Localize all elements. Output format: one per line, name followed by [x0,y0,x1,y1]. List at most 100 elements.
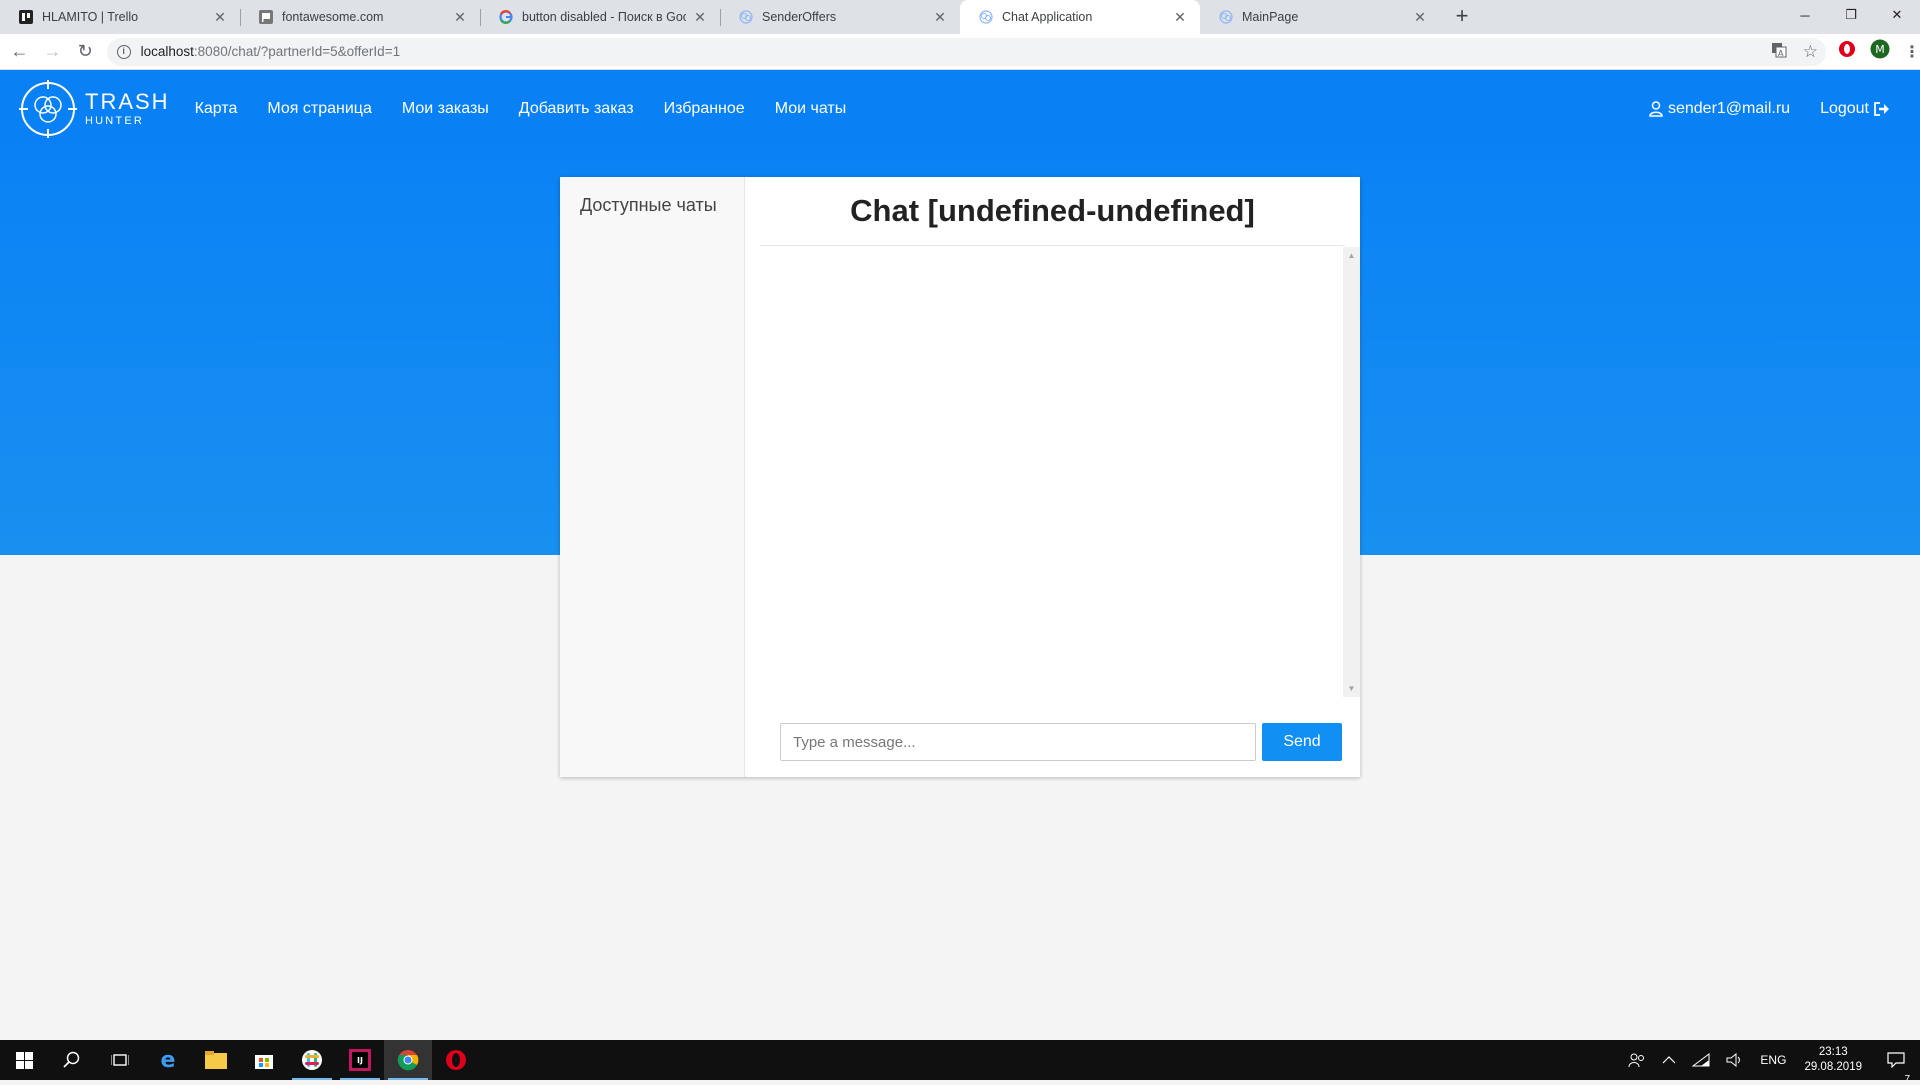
trello-icon [18,9,34,25]
profile-avatar[interactable]: M [1870,39,1890,64]
trash-hunter-logo-icon [19,79,77,138]
opera-icon[interactable] [432,1040,480,1080]
people-icon[interactable] [1620,1052,1654,1068]
chat-window: Доступные чаты Chat [undefined-undefined… [560,177,1360,777]
clock-time: 23:13 [1818,1046,1848,1058]
chat-title: Chat [undefined-undefined] [850,193,1255,228]
svg-text:A: A [1778,49,1784,58]
nav-favorites[interactable]: Избранное [664,100,745,118]
file-explorer-icon[interactable] [192,1040,240,1080]
store-icon[interactable] [240,1040,288,1080]
google-icon [498,9,514,25]
site-icon [1218,9,1234,25]
site-header: TRASH HUNTER Карта Моя страница Мои зака… [0,70,1920,147]
translate-icon[interactable]: A [1771,42,1787,61]
url-host: localhost [140,44,194,59]
browser-tab[interactable]: fontawesome.com ✕ [240,0,480,34]
minimize-icon[interactable]: ─ [1782,0,1828,30]
user-nav: sender1@mail.ru Logout [1649,70,1890,147]
window-controls: ─ ❐ ✕ [1782,0,1920,30]
notification-icon [1887,1052,1905,1068]
logo-line-1: TRASH [85,88,170,114]
reload-icon[interactable]: ↻ [72,38,99,66]
browser-tab[interactable]: HLAMITO | Trello ✕ [0,0,240,34]
scroll-up-arrow-icon[interactable]: ▲ [1343,247,1360,264]
tab-title: fontawesome.com [282,10,384,24]
chrome-icon[interactable] [384,1040,432,1080]
profile-initial: M [1875,43,1885,56]
restore-icon[interactable]: ❐ [1828,0,1874,30]
url-path: :8080/chat/?partnerId=5&offerId=1 [193,44,401,59]
tab-close-icon[interactable]: ✕ [1172,9,1188,25]
nav-add-order[interactable]: Добавить заказ [519,100,634,118]
main-nav: Карта Моя страница Мои заказы Добавить з… [195,100,877,118]
wifi-icon[interactable] [1684,1053,1718,1067]
browser-tab[interactable]: MainPage ✕ [1200,0,1440,34]
opera-extension-icon[interactable] [1838,40,1856,63]
volume-icon[interactable] [1718,1053,1752,1067]
browser-tab-active[interactable]: Chat Application ✕ [960,0,1200,34]
message-input[interactable] [780,723,1256,761]
chat-sidebar: Доступные чаты [560,177,745,777]
site-icon [978,9,994,25]
address-bar[interactable]: i localhost:8080/chat/?partnerId=5&offer… [106,37,1826,66]
forward-arrow-icon[interactable]: → [39,38,66,66]
clock-date: 29.08.2019 [1804,1061,1862,1073]
browser-tab[interactable]: button disabled - Поиск в Googl ✕ [480,0,720,34]
browser-toolbar: ← → ↻ i localhost:8080/chat/?partnerId=5… [0,34,1920,70]
chat-main: Chat [undefined-undefined] ▲ ▼ Send [745,177,1360,777]
tab-title: Chat Application [1002,10,1093,24]
user-icon [1649,100,1663,117]
search-icon[interactable] [48,1040,96,1080]
chat-header: Chat [undefined-undefined] [760,177,1345,246]
tab-title: HLAMITO | Trello [42,10,139,24]
task-view-icon[interactable] [96,1040,144,1080]
clock[interactable]: 23:13 29.08.2019 [1794,1045,1872,1075]
tab-close-icon[interactable]: ✕ [212,9,228,25]
scroll-down-arrow-icon[interactable]: ▼ [1343,680,1360,697]
logout-link[interactable]: Logout [1820,100,1890,118]
tab-title: button disabled - Поиск в Googl [522,10,686,24]
user-email: sender1@mail.ru [1667,99,1791,117]
send-button[interactable]: Send [1262,723,1342,761]
nav-my-page[interactable]: Моя страница [267,100,371,118]
svg-text:IJ: IJ [357,1056,363,1065]
windows-taskbar: e IJ ENG 23:13 29.08.2019 7 [0,1040,1920,1085]
slack-icon[interactable] [288,1040,336,1080]
start-button[interactable] [0,1040,48,1080]
message-composer: Send [780,723,1342,761]
user-profile-link[interactable]: sender1@mail.ru [1649,100,1790,118]
tab-title: MainPage [1242,10,1299,24]
tab-close-icon[interactable]: ✕ [1412,9,1428,25]
language-indicator[interactable]: ENG [1752,1053,1794,1067]
intellij-icon[interactable]: IJ [336,1040,384,1080]
info-icon[interactable]: i [116,44,131,59]
logo[interactable]: TRASH HUNTER [19,79,170,138]
tab-close-icon[interactable]: ✕ [932,9,948,25]
system-tray: ENG 23:13 29.08.2019 7 [1620,1040,1920,1085]
notifications-button[interactable]: 7 [1872,1052,1920,1085]
logout-label: Logout [1820,99,1869,117]
message-scrollbar[interactable]: ▲ ▼ [1343,247,1360,697]
edge-icon[interactable]: e [144,1040,192,1080]
nav-my-orders[interactable]: Мои заказы [402,100,489,118]
tab-close-icon[interactable]: ✕ [692,9,708,25]
browser-tab-strip: HLAMITO | Trello ✕ fontawesome.com ✕ but… [0,0,1920,34]
sign-out-icon [1874,101,1889,116]
nav-map[interactable]: Карта [195,100,238,118]
star-icon[interactable]: ☆ [1803,42,1818,62]
logo-line-2: HUNTER [85,114,145,127]
site-icon [738,9,754,25]
back-arrow-icon[interactable]: ← [6,38,33,66]
tab-title: SenderOffers [762,10,837,24]
chevron-up-icon[interactable] [1654,1055,1684,1065]
nav-my-chats[interactable]: Мои чаты [775,100,847,118]
available-chats-title: Доступные чаты [580,195,717,215]
browser-tab[interactable]: SenderOffers ✕ [720,0,960,34]
close-window-icon[interactable]: ✕ [1874,0,1920,30]
svg-text:e: e [161,1049,176,1071]
menu-kebab-icon[interactable]: ⋮ [1904,42,1920,62]
tab-close-icon[interactable]: ✕ [452,9,468,25]
new-tab-button[interactable]: + [1448,3,1476,31]
message-list[interactable] [760,247,1360,697]
